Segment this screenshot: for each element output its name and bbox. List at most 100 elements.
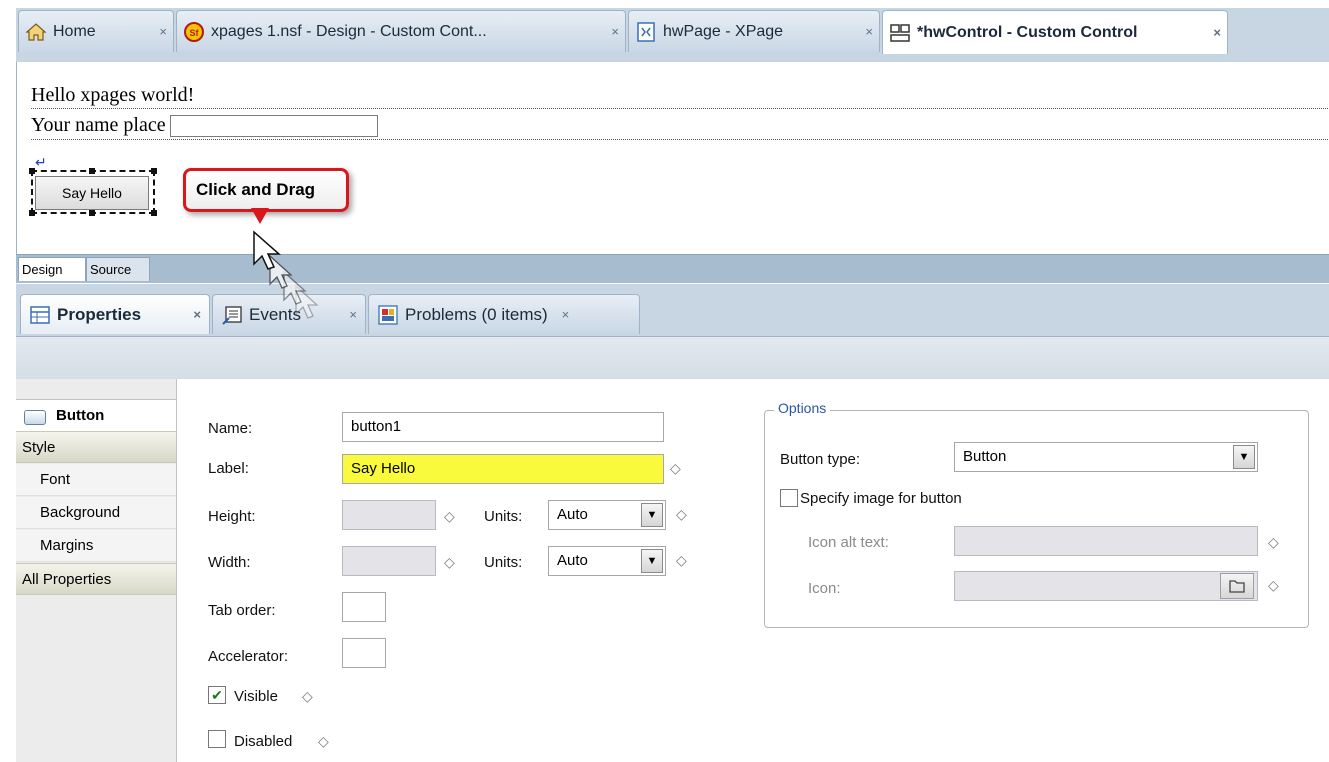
hello-text: Hello xpages world! — [31, 84, 1328, 109]
tab-label: xpages 1.nsf - Design - Custom Cont... — [211, 22, 487, 40]
resize-handle[interactable] — [151, 168, 157, 174]
click-drag-callout: Click and Drag — [183, 168, 349, 212]
resize-handle[interactable] — [29, 168, 35, 174]
home-icon — [25, 21, 47, 43]
height-units-label: Units: — [484, 508, 523, 525]
height-field[interactable] — [342, 500, 436, 530]
width-field[interactable] — [342, 546, 436, 576]
button-type-label: Button type: — [780, 451, 861, 468]
name-row: Your name place — [31, 114, 1328, 140]
width-label: Width: — [208, 554, 251, 571]
tab-database-design[interactable]: Sf xpages 1.nsf - Design - Custom Cont..… — [176, 10, 626, 52]
svg-text:Sf: Sf — [190, 28, 200, 38]
nav-item-margins[interactable]: Margins — [16, 530, 176, 562]
callout-tail — [251, 208, 269, 224]
accelerator-field[interactable] — [342, 638, 386, 668]
problems-icon — [377, 304, 399, 326]
chevron-down-icon[interactable]: ▼ — [1233, 445, 1255, 469]
views-tab-bar: Properties × Events × Problems (0 items)… — [16, 284, 1329, 337]
resize-handle[interactable] — [29, 210, 35, 216]
close-icon[interactable]: × — [855, 24, 873, 39]
close-icon[interactable]: × — [601, 24, 619, 39]
label-label: Label: — [208, 460, 249, 477]
name-field[interactable]: button1 — [342, 412, 664, 442]
computed-value-icon[interactable]: ◇ — [1268, 534, 1279, 551]
editor-tab-bar: Home × Sf xpages 1.nsf - Design - Custom… — [16, 8, 1329, 63]
width-units-label: Units: — [484, 554, 523, 571]
folder-icon — [1229, 580, 1245, 593]
tab-label: *hwControl - Custom Control — [917, 23, 1138, 41]
design-canvas[interactable]: Hello xpages world! Your name place ↵ Sa… — [16, 62, 1329, 255]
specify-image-label: Specify image for button — [800, 490, 962, 507]
height-units-select[interactable]: Auto ▼ — [548, 500, 666, 530]
tab-properties[interactable]: Properties × — [20, 294, 210, 334]
disabled-label: Disabled — [234, 733, 293, 750]
tab-label: Home — [53, 22, 96, 40]
icon-label: Icon: — [808, 580, 841, 597]
say-hello-button[interactable]: Say Hello — [35, 176, 149, 210]
properties-icon — [29, 304, 51, 326]
select-value: Button — [963, 448, 1007, 465]
computed-value-icon[interactable]: ◇ — [1268, 577, 1279, 594]
tab-order-field[interactable] — [342, 592, 386, 622]
resize-handle[interactable] — [89, 168, 95, 174]
button-icon — [24, 410, 46, 425]
accelerator-label: Accelerator: — [208, 648, 289, 665]
name-label: Your name place — [31, 114, 166, 136]
nav-item-style[interactable]: Style — [16, 431, 176, 463]
computed-value-icon[interactable]: ◇ — [444, 554, 455, 571]
disabled-checkbox[interactable] — [208, 730, 226, 748]
resize-handle[interactable] — [151, 210, 157, 216]
chevron-down-icon[interactable]: ▼ — [641, 503, 663, 527]
width-units-select[interactable]: Auto ▼ — [548, 546, 666, 576]
button-type-select[interactable]: Button ▼ — [954, 442, 1258, 472]
nav-item-button[interactable]: Button — [16, 399, 176, 431]
properties-nav: Button Style Font Background Margins All… — [16, 379, 177, 762]
nav-item-font[interactable]: Font — [16, 464, 176, 496]
tab-problems[interactable]: Problems (0 items) × — [368, 294, 640, 334]
return-marker: ↵ — [35, 154, 47, 170]
tab-home[interactable]: Home × — [18, 10, 174, 52]
tab-label: hwPage - XPage — [663, 22, 784, 40]
resize-handle[interactable] — [89, 210, 95, 216]
computed-value-icon[interactable]: ◇ — [676, 552, 687, 569]
label-field[interactable]: Say Hello — [342, 454, 664, 484]
computed-value-icon[interactable]: ◇ — [318, 733, 329, 750]
database-icon: Sf — [183, 21, 205, 43]
close-icon[interactable]: × — [1203, 25, 1221, 40]
computed-value-icon[interactable]: ◇ — [670, 460, 681, 477]
nav-item-background[interactable]: Background — [16, 497, 176, 529]
views-toolbar — [16, 337, 1329, 379]
tab-label: Properties — [57, 304, 142, 324]
select-value: Auto — [557, 552, 588, 569]
drag-cursor-icon — [253, 230, 319, 319]
options-title: Options — [774, 400, 831, 416]
tab-label: Problems (0 items) — [405, 304, 548, 324]
computed-value-icon[interactable]: ◇ — [676, 506, 687, 523]
select-value: Auto — [557, 506, 588, 523]
close-icon[interactable]: × — [562, 307, 570, 322]
browse-icon-button[interactable] — [1220, 573, 1254, 599]
visible-checkbox[interactable]: ✔ — [208, 686, 226, 704]
chevron-down-icon[interactable]: ▼ — [641, 549, 663, 573]
computed-value-icon[interactable]: ◇ — [302, 688, 313, 705]
tab-hwpage-xpage[interactable]: hwPage - XPage × — [628, 10, 880, 52]
visible-label: Visible — [234, 688, 278, 705]
nav-item-all-properties[interactable]: All Properties — [16, 563, 176, 595]
icon-field[interactable] — [954, 571, 1258, 601]
name-input[interactable] — [169, 114, 378, 137]
close-icon[interactable]: × — [149, 24, 167, 39]
tab-design[interactable]: Design — [18, 257, 86, 281]
close-icon[interactable]: × — [193, 307, 201, 322]
editor-mode-tabs: Design Source — [16, 254, 1329, 283]
tab-order-label: Tab order: — [208, 602, 276, 619]
icon-alt-text-field[interactable] — [954, 526, 1258, 556]
icon-alt-text-label: Icon alt text: — [808, 534, 889, 551]
custom-control-icon — [889, 22, 911, 44]
xpage-icon — [635, 21, 657, 43]
tab-source[interactable]: Source — [86, 257, 150, 281]
specify-image-checkbox[interactable] — [780, 489, 798, 507]
events-icon — [221, 304, 243, 326]
computed-value-icon[interactable]: ◇ — [444, 508, 455, 525]
tab-hwcontrol-custom-control[interactable]: *hwControl - Custom Control × — [882, 10, 1228, 54]
